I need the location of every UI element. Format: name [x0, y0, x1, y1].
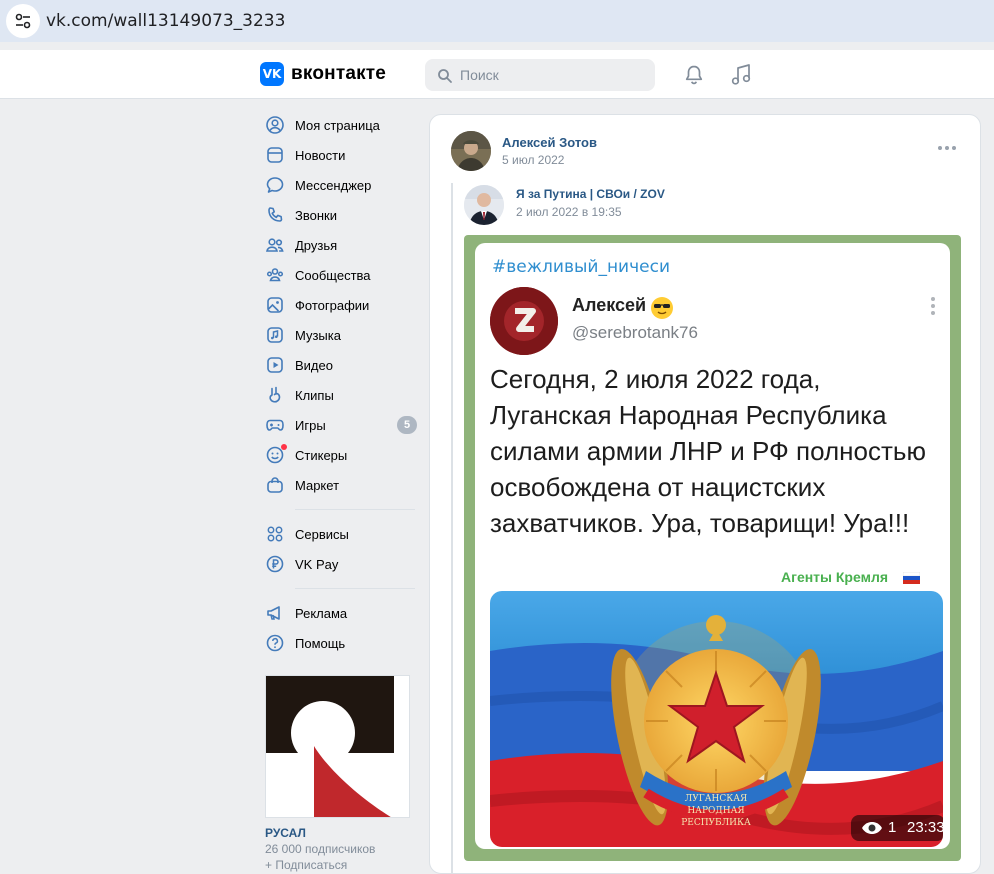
ad-name[interactable]: РУСАЛ: [265, 826, 306, 840]
views-count: 1: [888, 819, 897, 836]
rusal-logo: [266, 676, 409, 817]
vk-logo[interactable]: VK вконтакте: [260, 62, 386, 86]
sidebar-item-market[interactable]: Маркет: [260, 470, 420, 500]
sidebar-item-label: Музыка: [295, 328, 341, 343]
russia-flag-icon: [903, 572, 920, 584]
post-author[interactable]: Алексей Зотов: [502, 135, 597, 150]
ruble-icon: [266, 555, 284, 573]
search-input[interactable]: Поиск: [425, 59, 655, 91]
megaphone-icon: [267, 606, 280, 620]
sidebar-item-label: Друзья: [295, 238, 338, 253]
sidebar-item-friends[interactable]: Друзья: [260, 230, 420, 260]
tweet-handle: @serebrotank76: [572, 323, 698, 342]
menu-divider: [295, 509, 415, 510]
post-date[interactable]: 5 июл 2022: [502, 153, 564, 167]
wall-post: Алексей Зотов 5 июл 2022 Я за Путина | С…: [429, 114, 981, 874]
photo-icon: [267, 297, 283, 313]
music-icon[interactable]: [730, 63, 752, 92]
sidebar-item-label: Видео: [295, 358, 333, 373]
sidebar-item-news[interactable]: Новости: [260, 140, 420, 170]
tweet-screenshot: #вежливый_ничеси Алексей @serebrotank76 …: [475, 243, 950, 849]
sidebar-item-label: Сервисы: [295, 527, 349, 542]
url-field[interactable]: vk.com/wall13149073_3233: [46, 11, 285, 31]
search-placeholder: Поиск: [460, 67, 499, 83]
communities-icon: [266, 268, 284, 282]
sidebar-item-label: Реклама: [295, 606, 348, 621]
sidebar-item-label: Мессенджер: [295, 178, 372, 193]
new-stickers-dot: [281, 444, 287, 450]
sidebar-item-label: Помощь: [295, 636, 346, 651]
source-name[interactable]: Я за Путина | СВОи / ZOV: [516, 187, 665, 201]
sidebar-item-label: Новости: [295, 148, 346, 163]
source-avatar[interactable]: [464, 185, 504, 225]
sidebar-item-label: Клипы: [295, 388, 334, 403]
site-settings-icon[interactable]: [6, 4, 40, 38]
user-circle-icon: [266, 116, 284, 134]
sidebar-item-ads[interactable]: Реклама: [260, 598, 420, 628]
ad-follow-button[interactable]: + Подписаться: [265, 858, 347, 872]
sidebar-item-label: Фотографии: [295, 298, 370, 313]
music-icon: [267, 327, 283, 343]
sidebar-item-games[interactable]: Игры 5: [260, 410, 420, 440]
sidebar-item-label: Моя страница: [295, 118, 380, 133]
sidebar-item-video[interactable]: Видео: [260, 350, 420, 380]
sidebar-item-label: Сообщества: [295, 268, 371, 283]
post-image[interactable]: #вежливый_ничеси Алексей @serebrotank76 …: [464, 235, 961, 861]
tweet-text: Сегодня, 2 июля 2022 года, Луганская Нар…: [490, 364, 926, 538]
sidebar-item-label: VK Pay: [295, 557, 339, 572]
source-date[interactable]: 2 июл 2022 в 19:35: [516, 205, 622, 219]
video-views-overlay: 1 23:33: [851, 815, 943, 841]
sidebar-item-label: Маркет: [295, 478, 340, 493]
sidebar-item-label: Игры: [295, 418, 326, 433]
ad-banner[interactable]: [265, 675, 410, 818]
more-options-icon[interactable]: [938, 144, 960, 152]
watermark-label: Агенты Кремля: [781, 569, 889, 585]
sidebar-item-vkpay[interactable]: VK Pay: [260, 549, 420, 579]
friends-icon: [265, 238, 284, 252]
eye-icon: [862, 822, 882, 834]
phone-icon: [268, 207, 283, 222]
grid-icon: [267, 526, 283, 542]
bag-icon: [267, 477, 283, 493]
sidebar-item-label: Стикеры: [295, 448, 348, 463]
sidebar-item-messenger[interactable]: Мессенджер: [260, 170, 420, 200]
emblem-line-1: ЛУГАНСКАЯ: [685, 794, 748, 804]
sunglasses-emoji-icon: [651, 297, 673, 319]
emblem-line-2: НАРОДНАЯ: [687, 806, 744, 816]
sidebar-item-services[interactable]: Сервисы: [260, 519, 420, 549]
tweet-avatar: [490, 287, 558, 355]
vk-logo-icon: VK: [260, 62, 284, 86]
tweet-author-name: Алексей: [572, 295, 647, 315]
news-icon: [267, 147, 283, 163]
emblem-line-3: РЕСПУБЛИКА: [681, 818, 751, 828]
sidebar-item-clips[interactable]: Клипы: [260, 380, 420, 410]
tweet-more-icon: [931, 297, 935, 315]
sidebar-item-photos[interactable]: Фотографии: [260, 290, 420, 320]
author-avatar[interactable]: [451, 131, 491, 171]
sidebar-item-stickers[interactable]: Стикеры: [260, 440, 420, 470]
gamepad-icon: [266, 419, 284, 431]
hashtag: #вежливый_ничеси: [492, 257, 671, 277]
clips-icon: [269, 386, 281, 403]
vk-logo-text: вконтакте: [291, 63, 387, 84]
video-icon: [267, 357, 283, 373]
repost-divider: [451, 183, 453, 873]
lnr-flag-image: ЛУГАНСКАЯ НАРОДНАЯ РЕСПУБЛИКА 1 23:33: [490, 591, 943, 847]
sidebar-item-label: Звонки: [295, 208, 337, 223]
menu-divider: [295, 588, 415, 589]
video-duration: 23:33: [907, 819, 943, 836]
ad-subscribers: 26 000 подписчиков: [265, 842, 376, 856]
browser-address-bar: vk.com/wall13149073_3233: [0, 0, 994, 42]
games-count-badge: 5: [397, 416, 417, 434]
help-icon: [266, 634, 284, 652]
search-icon: [438, 69, 452, 83]
sidebar-item-my-page[interactable]: Моя страница: [260, 110, 420, 140]
chat-bubble-icon: [266, 177, 284, 193]
sidebar-item-help[interactable]: Помощь: [260, 628, 420, 658]
sidebar-item-music[interactable]: Музыка: [260, 320, 420, 350]
vk-header: VK вконтакте Поиск: [0, 50, 994, 99]
sidebar-item-communities[interactable]: Сообщества: [260, 260, 420, 290]
bell-icon[interactable]: [683, 64, 705, 91]
sidebar-item-calls[interactable]: Звонки: [260, 200, 420, 230]
